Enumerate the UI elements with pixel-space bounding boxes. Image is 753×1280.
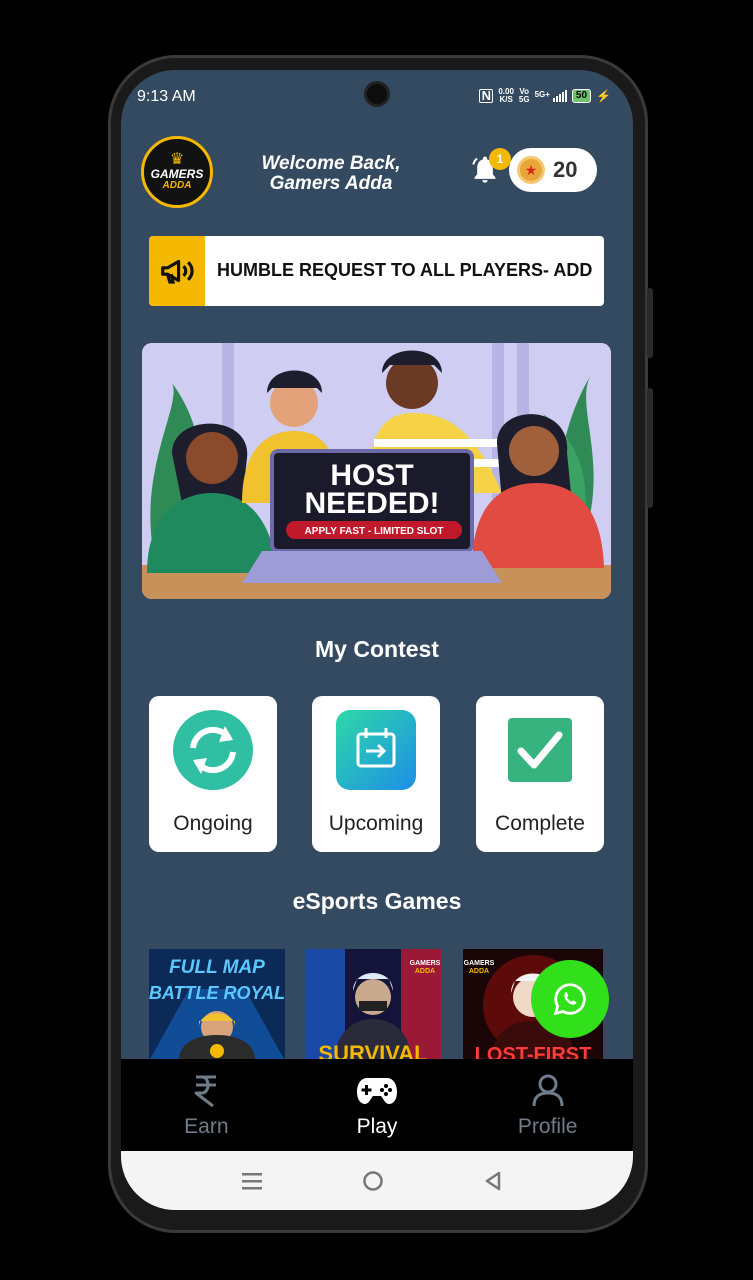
nfc-icon: N [479,89,494,103]
banner-title-line2: NEEDED! [304,487,439,520]
contest-ongoing-card[interactable]: Ongoing [149,696,277,852]
status-icons: N 0.00 K/S Vo 5G 5G+ 50 ⚡ [479,88,611,104]
contest-complete-card[interactable]: Complete [476,696,604,852]
welcome-line2: Gamers Adda [269,173,393,194]
user-icon [532,1071,564,1111]
status-bar: 9:13 AM N 0.00 K/S Vo 5G 5G+ 50 ⚡ [121,70,633,122]
nav-profile-label: Profile [517,1115,578,1138]
nav-profile[interactable]: Profile [462,1059,633,1151]
notification-button[interactable]: 1 [469,148,511,190]
back-icon[interactable] [483,1170,503,1192]
nav-play-label: Play [356,1115,398,1138]
logo-text-line2: ADDA [162,180,192,191]
charging-icon: ⚡ [596,89,611,103]
coin-balance[interactable]: ★ 20 [509,148,597,192]
volte-indicator: Vo 5G [518,87,530,104]
welcome-line1: Welcome Back, [261,153,401,174]
promo-banner[interactable]: HOST NEEDED! APPLY FAST - LIMITED SLOT [142,343,611,599]
notice-marquee[interactable]: HUMBLE REQUEST TO ALL PLAYERS- ADD [149,236,604,306]
game2-brand-line1: GAMERS [410,960,441,967]
bottom-nav: Earn Play Profile [121,1059,633,1151]
contest-complete-label: Complete [495,812,585,835]
nav-earn-label: Earn [184,1115,229,1138]
volume-button [647,288,653,358]
checkmark-icon [500,710,580,790]
banner-subtitle: APPLY FAST - LIMITED SLOT [305,526,444,537]
game2-brand-line2: ADDA [415,968,435,975]
contest-upcoming-card[interactable]: Upcoming [312,696,440,852]
home-icon[interactable] [362,1170,384,1192]
nav-play[interactable]: Play [292,1059,463,1151]
app-logo[interactable]: ♛ GAMERS ADDA [141,136,213,208]
game2-title: SURVIVAL [318,1041,427,1061]
whatsapp-icon [553,983,586,1016]
megaphone-icon [149,236,205,306]
survival-thumbnail: GAMERS ADDA SURVIVAL [305,949,441,1061]
game3-brand-line2: ADDA [469,968,489,975]
calendar-icon [336,710,416,790]
host-needed-illustration: HOST NEEDED! APPLY FAST - LIMITED SLOT [142,343,611,599]
contest-upcoming-label: Upcoming [328,812,424,835]
system-nav-bar [121,1151,633,1210]
rupee-icon [193,1071,219,1111]
coin-icon: ★ [517,156,545,184]
game-card-survival[interactable]: GAMERS ADDA SURVIVAL [305,949,441,1061]
status-time: 9:13 AM [137,88,196,105]
game-card-full-map[interactable]: FULL MAP BATTLE ROYAL [149,949,285,1061]
battery-icon: 50 [571,89,592,103]
power-button [647,388,653,508]
front-camera [364,81,390,107]
coin-count: 20 [553,157,578,182]
game1-title-line2: BATTLE ROYAL [149,983,285,1003]
net-speed: 0.00 K/S [498,87,514,104]
refresh-icon [173,710,253,790]
recent-apps-icon[interactable] [241,1171,263,1191]
crown-icon: ♛ [169,151,185,168]
game1-title-line1: FULL MAP [169,957,265,978]
game3-brand-line1: GAMERS [464,960,495,967]
whatsapp-button[interactable] [531,960,609,1038]
full-map-thumbnail: FULL MAP BATTLE ROYAL [149,949,285,1061]
header: ♛ GAMERS ADDA Welcome Back, Gamers Adda … [141,136,603,208]
my-contest-title: My Contest [315,636,439,662]
contest-ongoing-label: Ongoing [173,812,253,835]
app-screen: 9:13 AM N 0.00 K/S Vo 5G 5G+ 50 ⚡ ♛ GAMERS… [121,70,633,1210]
esports-title: eSports Games [292,888,462,914]
welcome-text: Welcome Back, Gamers Adda [241,154,421,194]
gamepad-icon [355,1071,399,1111]
signal-icon: 5G+ [535,90,567,102]
nav-earn[interactable]: Earn [121,1059,292,1151]
notification-badge: 1 [489,148,511,170]
notice-text: HUMBLE REQUEST TO ALL PLAYERS- ADD [217,260,593,280]
logo-text-line1: GAMERS [150,167,204,181]
